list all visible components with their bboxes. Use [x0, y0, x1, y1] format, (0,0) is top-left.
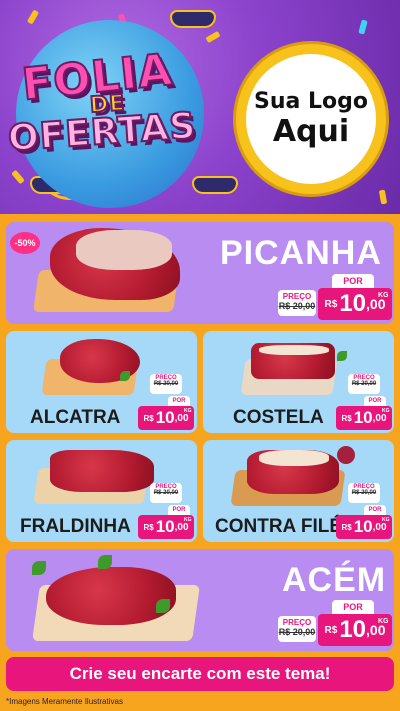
- currency-symbol: R$: [143, 413, 154, 423]
- price-decimals: ,00: [372, 412, 387, 424]
- logo-text-line1: Sua Logo: [253, 89, 368, 114]
- currency-symbol: R$: [143, 522, 154, 532]
- price-integer: 10: [353, 408, 373, 427]
- old-price-tag: PREÇO R$ 20,00: [348, 374, 380, 394]
- preco-label: PREÇO: [282, 618, 312, 627]
- confetti-icon: [26, 9, 40, 25]
- por-label: POR: [168, 505, 190, 515]
- price-decimals: ,00: [372, 521, 387, 533]
- product-name-acem: ACÉM: [282, 561, 387, 599]
- por-label: POR: [364, 505, 386, 515]
- price-integer: 10: [339, 290, 367, 317]
- product-name-fraldinha: FRALDINHA: [20, 516, 131, 537]
- confetti-icon: [11, 169, 25, 185]
- old-price-tag: PREÇO R$ 20,00: [278, 290, 316, 316]
- unit-kg: KG: [382, 408, 390, 414]
- fat-layer-icon: [259, 450, 329, 466]
- currency-symbol: R$: [341, 413, 352, 423]
- old-price-tag: PREÇO R$ 20,00: [150, 374, 182, 394]
- currency-symbol: R$: [324, 624, 338, 636]
- preco-label: PREÇO: [282, 292, 312, 301]
- discount-badge: -50%: [10, 232, 40, 254]
- por-label: POR: [168, 396, 190, 406]
- product-name-costela: COSTELA: [233, 407, 324, 428]
- logo-text-line2: Aqui: [272, 114, 350, 149]
- confetti-icon: [378, 189, 388, 205]
- product-name-alcatra: ALCATRA: [30, 407, 121, 428]
- confetti-icon: [205, 30, 221, 44]
- old-price: R$ 20,00: [351, 490, 377, 496]
- old-price: R$ 20,00: [278, 301, 316, 311]
- carnival-mask-icon: [192, 176, 238, 194]
- old-price-tag: PREÇO R$ 20,00: [278, 616, 316, 642]
- unit-kg: KG: [378, 292, 389, 299]
- acem-image-icon: [46, 567, 176, 625]
- onion-icon: [337, 446, 355, 464]
- old-price: R$ 20,00: [351, 381, 377, 387]
- confetti-icon: [358, 19, 368, 35]
- por-label: POR: [332, 600, 374, 614]
- old-price: R$ 20,00: [153, 490, 179, 496]
- price-integer: 10: [353, 517, 373, 536]
- product-name-contra-file: CONTRA FILÉ: [215, 516, 343, 537]
- currency-symbol: R$: [341, 522, 352, 532]
- old-price-tag: PREÇO R$ 20,00: [348, 483, 380, 503]
- unit-kg: KG: [184, 517, 192, 523]
- unit-kg: KG: [184, 408, 192, 414]
- unit-kg: KG: [378, 618, 389, 625]
- herb-icon: [337, 351, 347, 361]
- currency-symbol: R$: [324, 298, 338, 310]
- fraldinha-image-icon: [50, 450, 154, 492]
- logo-placeholder[interactable]: Sua Logo Aqui: [236, 44, 386, 194]
- header-banner: FOLIA DE OFERTAS Sua Logo Aqui: [0, 0, 400, 214]
- create-flyer-button[interactable]: Crie seu encarte com este tema!: [6, 657, 394, 691]
- old-price: R$ 20,00: [278, 627, 316, 637]
- herb-icon: [120, 371, 130, 381]
- por-label: POR: [332, 274, 374, 288]
- price-decimals: ,00: [174, 412, 189, 424]
- price-integer: 10: [339, 616, 367, 643]
- herb-icon: [32, 561, 46, 575]
- price-decimals: ,00: [174, 521, 189, 533]
- streamer-icon: [250, 0, 320, 30]
- herb-icon: [98, 555, 112, 569]
- flyer-page: FOLIA DE OFERTAS Sua Logo Aqui PICANHA -…: [0, 0, 400, 711]
- herb-icon: [156, 599, 170, 613]
- unit-kg: KG: [382, 517, 390, 523]
- product-name-picanha: PICANHA: [220, 234, 382, 272]
- price-integer: 10: [155, 517, 175, 536]
- old-price: R$ 20,00: [153, 381, 179, 387]
- disclaimer-text: *Imagens Meramente Ilustrativas: [6, 697, 123, 706]
- price-integer: 10: [155, 408, 175, 427]
- fat-layer-icon: [76, 230, 172, 270]
- fat-layer-icon: [259, 345, 329, 355]
- carnival-mask-icon: [170, 10, 216, 28]
- por-label: POR: [364, 396, 386, 406]
- old-price-tag: PREÇO R$ 20,00: [150, 483, 182, 503]
